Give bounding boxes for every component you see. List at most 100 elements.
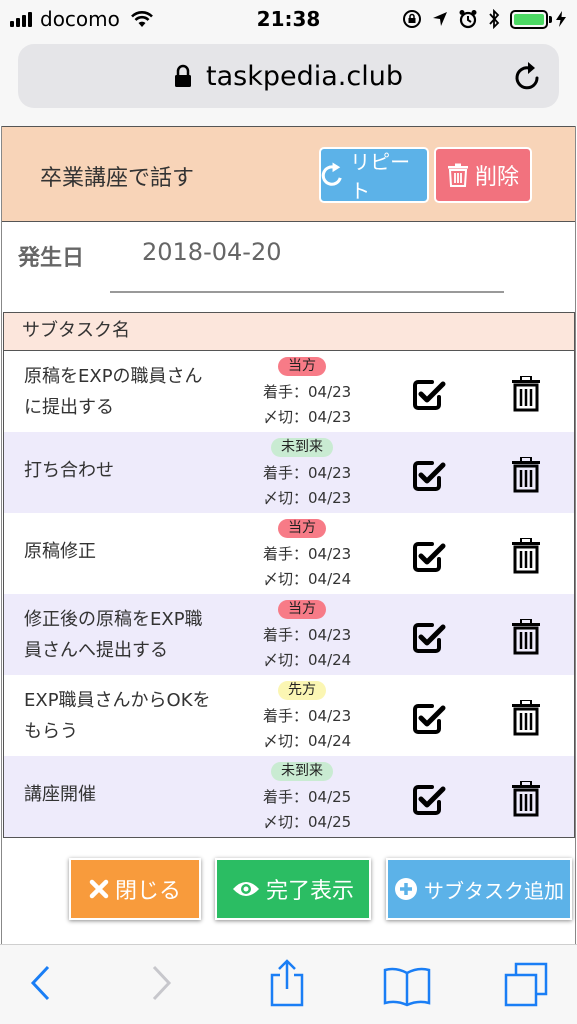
start-date: 着手：04/23 [263,545,352,563]
status-badge: 当方 [260,355,344,376]
add-subtask-label: サブタスク追加 [424,878,564,903]
status-right [402,7,567,31]
repeat-label: リピート [350,150,411,203]
add-subtask-button[interactable]: サブタスク追加 [386,858,572,920]
subtask-table: サブタスク名 原稿をEXPの職員さん に提出する 当方 着手：04/23 〆切：04/2… [3,312,575,838]
tabs-icon[interactable] [502,961,550,1009]
trash-icon [447,163,468,187]
subtask-row[interactable]: 原稿修正 当方着手：04/23 〆切：04/24 [4,513,574,594]
delete-subtask-trash-icon[interactable] [511,780,541,821]
complete-check-icon[interactable] [412,541,446,577]
subtask-name-line1: 原稿修正 [24,541,96,562]
subtask-column-header: サブタスク名 [4,313,574,351]
due-date: 〆切：04/24 [263,570,352,588]
delete-label: 削除 [474,165,519,190]
task-title: 卒業講座で話す [40,166,195,191]
task-header: 卒業講座で話す リピート 削除 [2,126,575,222]
close-x-icon [89,879,109,899]
start-date: 着手：04/23 [263,464,352,482]
browser-toolbar [0,944,577,1024]
location-icon [433,12,447,26]
forward-icon[interactable] [150,963,174,1003]
subtask-row[interactable]: 講座開催 未到来着手：04/25 〆切：04/25 [4,756,574,837]
delete-subtask-trash-icon[interactable] [511,618,541,659]
delete-subtask-trash-icon[interactable] [511,456,541,497]
subtask-name-line1: 打ち合わせ [24,460,114,481]
lock-icon [175,64,192,87]
date-row: 発生日 2018-04-20 [2,222,575,310]
status-badge-label: 未到来 [271,762,333,781]
subtask-name-line1: 講座開催 [24,784,96,805]
show-completed-button[interactable]: 完了表示 [215,858,371,920]
start-date: 着手：04/25 [263,788,352,806]
plus-circle-icon [395,878,417,900]
complete-check-icon[interactable] [412,460,446,496]
subtask-row[interactable]: 原稿をEXPの職員さん に提出する 当方着手：04/23 〆切：04/23 [4,351,574,432]
show-completed-label: 完了表示 [265,879,354,904]
subtask-row[interactable]: 修正後の原稿をEXP職 員さんへ提出する 当方着手：04/23 〆切：04/24 [4,594,574,675]
back-icon[interactable] [28,963,52,1003]
delete-subtask-trash-icon[interactable] [511,537,541,578]
status-bar: docomo 21:38 [0,0,577,38]
share-icon[interactable] [268,959,306,1007]
status-badge-label: 当方 [278,357,326,376]
complete-check-icon[interactable] [412,379,446,415]
subtask-name: EXP職員さんからOKを もらう [24,685,239,747]
close-label: 閉じる [114,879,181,904]
delete-subtask-trash-icon[interactable] [511,699,541,740]
due-date: 〆切：04/24 [263,651,352,669]
status-badge: 未到来 [260,760,344,781]
url-bar[interactable]: taskpedia.club [18,44,559,108]
subtask-name: 原稿修正 [24,536,239,567]
bluetooth-icon [489,9,500,29]
status-badge: 当方 [260,598,344,619]
status-badge: 先方 [260,679,344,700]
status-badge-label: 先方 [278,681,326,700]
date-field[interactable]: 2018-04-20 [142,238,281,266]
status-badge: 未到来 [260,436,344,457]
url-text[interactable]: taskpedia.club [206,61,403,92]
complete-check-icon[interactable] [412,622,446,658]
subtask-name-line1: 修正後の原稿をEXP職 [24,609,203,630]
subtask-name: 原稿をEXPの職員さん に提出する [24,361,239,423]
subtask-row[interactable]: EXP職員さんからOKを もらう 先方着手：04/23 〆切：04/24 [4,675,574,756]
start-date: 着手：04/23 [263,707,352,725]
repeat-icon [321,162,342,186]
start-date: 着手：04/23 [263,626,352,644]
subtask-name: 打ち合わせ [24,455,239,486]
complete-check-icon[interactable] [412,703,446,739]
close-button[interactable]: 閉じる [69,858,201,920]
subtask-name-line2: に提出する [24,397,114,418]
bookmarks-icon[interactable] [382,965,432,1007]
subtask-name-line2: 員さんへ提出する [24,640,168,661]
subtask-name-line1: EXP職員さんからOKを [24,690,211,711]
start-date: 着手：04/23 [263,383,352,401]
subtask-name-line2: もらう [24,721,78,742]
due-date: 〆切：04/23 [263,408,352,426]
date-underline [110,291,504,293]
battery-icon [510,9,567,29]
orientation-lock-icon [403,10,421,28]
subtask-name: 修正後の原稿をEXP職 員さんへ提出する [24,604,239,666]
delete-subtask-trash-icon[interactable] [511,375,541,416]
due-date: 〆切：04/24 [263,732,352,750]
complete-check-icon[interactable] [412,784,446,820]
date-label: 発生日 [18,246,85,271]
task-detail-panel: 卒業講座で話す リピート 削除 発生日 2018-04-20 サブタスク名 原稿… [1,126,576,944]
footer-buttons: 閉じる 完了表示 サブタスク追加 [2,858,577,922]
subtask-row[interactable]: 打ち合わせ 未到来着手：04/23 〆切：04/23 [4,432,574,513]
status-badge-label: 当方 [278,519,326,538]
alarm-icon [459,10,477,29]
status-badge-label: 当方 [278,600,326,619]
due-date: 〆切：04/25 [263,813,352,831]
status-badge: 当方 [260,517,344,538]
status-badge-label: 未到来 [271,438,333,457]
subtask-name-line1: 原稿をEXPの職員さん [24,366,203,387]
eye-icon [232,882,259,896]
due-date: 〆切：04/23 [263,489,352,507]
repeat-button[interactable]: リピート [319,147,429,203]
delete-button[interactable]: 削除 [434,147,532,203]
reload-icon[interactable] [513,60,543,92]
address-area: taskpedia.club [0,38,577,126]
subtask-name: 講座開催 [24,779,239,810]
